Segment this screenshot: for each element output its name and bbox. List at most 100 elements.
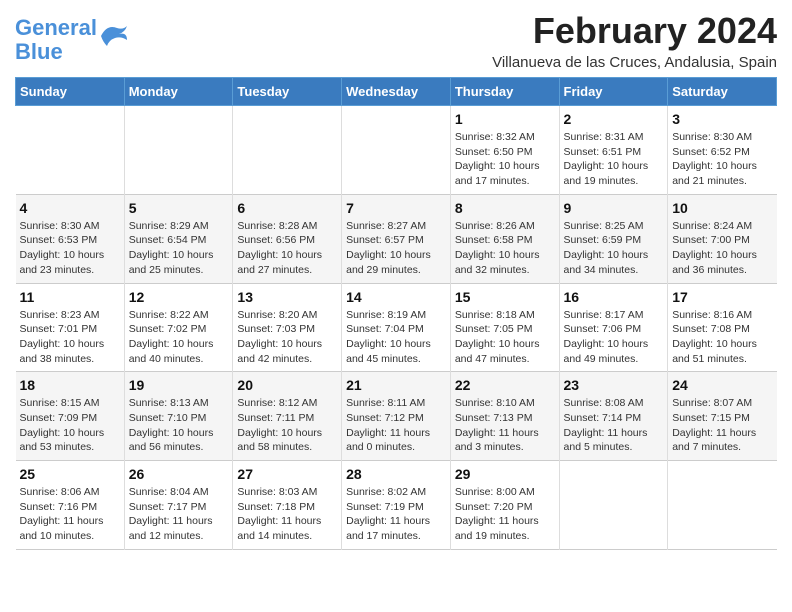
main-title: February 2024 xyxy=(492,10,777,52)
day-number: 8 xyxy=(455,200,555,216)
day-info: Sunrise: 8:20 AM Sunset: 7:03 PM Dayligh… xyxy=(237,308,337,367)
calendar-cell: 23 Sunrise: 8:08 AM Sunset: 7:14 PM Dayli… xyxy=(559,372,668,461)
day-number: 17 xyxy=(672,289,772,305)
day-info: Sunrise: 8:17 AM Sunset: 7:06 PM Dayligh… xyxy=(564,308,664,367)
calendar-cell: 7 Sunrise: 8:27 AM Sunset: 6:57 PM Daylig… xyxy=(342,194,451,283)
logo-general: General xyxy=(15,15,97,40)
weekday-header-monday: Monday xyxy=(124,78,233,106)
day-info: Sunrise: 8:16 AM Sunset: 7:08 PM Dayligh… xyxy=(672,308,772,367)
calendar-cell: 27 Sunrise: 8:03 AM Sunset: 7:18 PM Dayli… xyxy=(233,461,342,550)
day-info: Sunrise: 8:23 AM Sunset: 7:01 PM Dayligh… xyxy=(20,308,120,367)
day-number: 10 xyxy=(672,200,772,216)
day-number: 24 xyxy=(672,377,772,393)
day-info: Sunrise: 8:00 AM Sunset: 7:20 PM Dayligh… xyxy=(455,485,555,544)
calendar-cell: 14Sunrise: 8:19 AM Sunset: 7:04 PM Dayli… xyxy=(342,283,451,372)
day-number: 11 xyxy=(20,289,120,305)
calendar-cell: 10Sunrise: 8:24 AM Sunset: 7:00 PM Dayli… xyxy=(668,194,777,283)
day-number: 25 xyxy=(20,466,120,482)
day-info: Sunrise: 8:18 AM Sunset: 7:05 PM Dayligh… xyxy=(455,308,555,367)
day-number: 6 xyxy=(237,200,337,216)
calendar-cell: 9 Sunrise: 8:25 AM Sunset: 6:59 PM Daylig… xyxy=(559,194,668,283)
day-number: 12 xyxy=(129,289,229,305)
logo: General Blue xyxy=(15,16,129,64)
calendar-cell: 12 Sunrise: 8:22 AM Sunset: 7:02 PM Dayli… xyxy=(124,283,233,372)
weekday-header-wednesday: Wednesday xyxy=(342,78,451,106)
day-info: Sunrise: 8:30 AM Sunset: 6:53 PM Dayligh… xyxy=(20,219,120,278)
day-number: 21 xyxy=(346,377,446,393)
calendar-cell xyxy=(559,461,668,550)
calendar-cell: 13 Sunrise: 8:20 AM Sunset: 7:03 PM Dayli… xyxy=(233,283,342,372)
logo-blue: Blue xyxy=(15,40,97,64)
day-number: 16 xyxy=(564,289,664,305)
calendar-cell: 8 Sunrise: 8:26 AM Sunset: 6:58 PM Daylig… xyxy=(450,194,559,283)
calendar-cell: 20 Sunrise: 8:12 AM Sunset: 7:11 PM Dayli… xyxy=(233,372,342,461)
calendar-cell: 29Sunrise: 8:00 AM Sunset: 7:20 PM Dayli… xyxy=(450,461,559,550)
calendar-cell: 15 Sunrise: 8:18 AM Sunset: 7:05 PM Dayli… xyxy=(450,283,559,372)
day-number: 22 xyxy=(455,377,555,393)
calendar-cell xyxy=(233,106,342,195)
day-number: 27 xyxy=(237,466,337,482)
calendar-week-row: 18 Sunrise: 8:15 AM Sunset: 7:09 PM Dayli… xyxy=(16,372,777,461)
day-info: Sunrise: 8:08 AM Sunset: 7:14 PM Dayligh… xyxy=(564,396,664,455)
logo-text: General xyxy=(15,16,97,40)
day-number: 2 xyxy=(564,111,664,127)
day-number: 5 xyxy=(129,200,229,216)
day-info: Sunrise: 8:04 AM Sunset: 7:17 PM Dayligh… xyxy=(129,485,229,544)
day-number: 1 xyxy=(455,111,555,127)
calendar-cell: 24 Sunrise: 8:07 AM Sunset: 7:15 PM Dayli… xyxy=(668,372,777,461)
sub-title: Villanueva de las Cruces, Andalusia, Spa… xyxy=(492,54,777,71)
day-number: 28 xyxy=(346,466,446,482)
calendar-cell: 26 Sunrise: 8:04 AM Sunset: 7:17 PM Dayli… xyxy=(124,461,233,550)
calendar-cell: 28Sunrise: 8:02 AM Sunset: 7:19 PM Dayli… xyxy=(342,461,451,550)
day-info: Sunrise: 8:26 AM Sunset: 6:58 PM Dayligh… xyxy=(455,219,555,278)
day-number: 26 xyxy=(129,466,229,482)
calendar-cell: 11 Sunrise: 8:23 AM Sunset: 7:01 PM Dayli… xyxy=(16,283,125,372)
day-number: 23 xyxy=(564,377,664,393)
day-number: 7 xyxy=(346,200,446,216)
weekday-header-saturday: Saturday xyxy=(668,78,777,106)
day-info: Sunrise: 8:07 AM Sunset: 7:15 PM Dayligh… xyxy=(672,396,772,455)
calendar-cell: 18 Sunrise: 8:15 AM Sunset: 7:09 PM Dayli… xyxy=(16,372,125,461)
calendar-cell xyxy=(668,461,777,550)
day-info: Sunrise: 8:15 AM Sunset: 7:09 PM Dayligh… xyxy=(20,396,120,455)
weekday-header-friday: Friday xyxy=(559,78,668,106)
calendar-table: SundayMondayTuesdayWednesdayThursdayFrid… xyxy=(15,77,777,550)
day-info: Sunrise: 8:03 AM Sunset: 7:18 PM Dayligh… xyxy=(237,485,337,544)
weekday-header-row: SundayMondayTuesdayWednesdayThursdayFrid… xyxy=(16,78,777,106)
weekday-header-thursday: Thursday xyxy=(450,78,559,106)
day-info: Sunrise: 8:32 AM Sunset: 6:50 PM Dayligh… xyxy=(455,130,555,189)
day-info: Sunrise: 8:12 AM Sunset: 7:11 PM Dayligh… xyxy=(237,396,337,455)
weekday-header-tuesday: Tuesday xyxy=(233,78,342,106)
calendar-cell xyxy=(16,106,125,195)
day-info: Sunrise: 8:27 AM Sunset: 6:57 PM Dayligh… xyxy=(346,219,446,278)
day-number: 15 xyxy=(455,289,555,305)
day-number: 14 xyxy=(346,289,446,305)
day-number: 4 xyxy=(20,200,120,216)
day-info: Sunrise: 8:28 AM Sunset: 6:56 PM Dayligh… xyxy=(237,219,337,278)
day-number: 18 xyxy=(20,377,120,393)
day-info: Sunrise: 8:30 AM Sunset: 6:52 PM Dayligh… xyxy=(672,130,772,189)
calendar-week-row: 11 Sunrise: 8:23 AM Sunset: 7:01 PM Dayli… xyxy=(16,283,777,372)
day-info: Sunrise: 8:31 AM Sunset: 6:51 PM Dayligh… xyxy=(564,130,664,189)
day-info: Sunrise: 8:22 AM Sunset: 7:02 PM Dayligh… xyxy=(129,308,229,367)
day-number: 9 xyxy=(564,200,664,216)
day-number: 13 xyxy=(237,289,337,305)
calendar-cell: 22 Sunrise: 8:10 AM Sunset: 7:13 PM Dayli… xyxy=(450,372,559,461)
calendar-cell: 5Sunrise: 8:29 AM Sunset: 6:54 PM Daylig… xyxy=(124,194,233,283)
day-info: Sunrise: 8:25 AM Sunset: 6:59 PM Dayligh… xyxy=(564,219,664,278)
calendar-cell xyxy=(342,106,451,195)
day-number: 20 xyxy=(237,377,337,393)
calendar-cell: 2 Sunrise: 8:31 AM Sunset: 6:51 PM Daylig… xyxy=(559,106,668,195)
day-info: Sunrise: 8:06 AM Sunset: 7:16 PM Dayligh… xyxy=(20,485,120,544)
day-info: Sunrise: 8:10 AM Sunset: 7:13 PM Dayligh… xyxy=(455,396,555,455)
calendar-cell: 1 Sunrise: 8:32 AM Sunset: 6:50 PM Daylig… xyxy=(450,106,559,195)
calendar-cell: 16 Sunrise: 8:17 AM Sunset: 7:06 PM Dayli… xyxy=(559,283,668,372)
calendar-week-row: 25 Sunrise: 8:06 AM Sunset: 7:16 PM Dayli… xyxy=(16,461,777,550)
day-info: Sunrise: 8:13 AM Sunset: 7:10 PM Dayligh… xyxy=(129,396,229,455)
day-info: Sunrise: 8:11 AM Sunset: 7:12 PM Dayligh… xyxy=(346,396,446,455)
calendar-week-row: 4 Sunrise: 8:30 AM Sunset: 6:53 PM Daylig… xyxy=(16,194,777,283)
calendar-cell: 25 Sunrise: 8:06 AM Sunset: 7:16 PM Dayli… xyxy=(16,461,125,550)
day-number: 3 xyxy=(672,111,772,127)
calendar-cell: 19Sunrise: 8:13 AM Sunset: 7:10 PM Dayli… xyxy=(124,372,233,461)
logo-bird-icon xyxy=(99,22,129,50)
